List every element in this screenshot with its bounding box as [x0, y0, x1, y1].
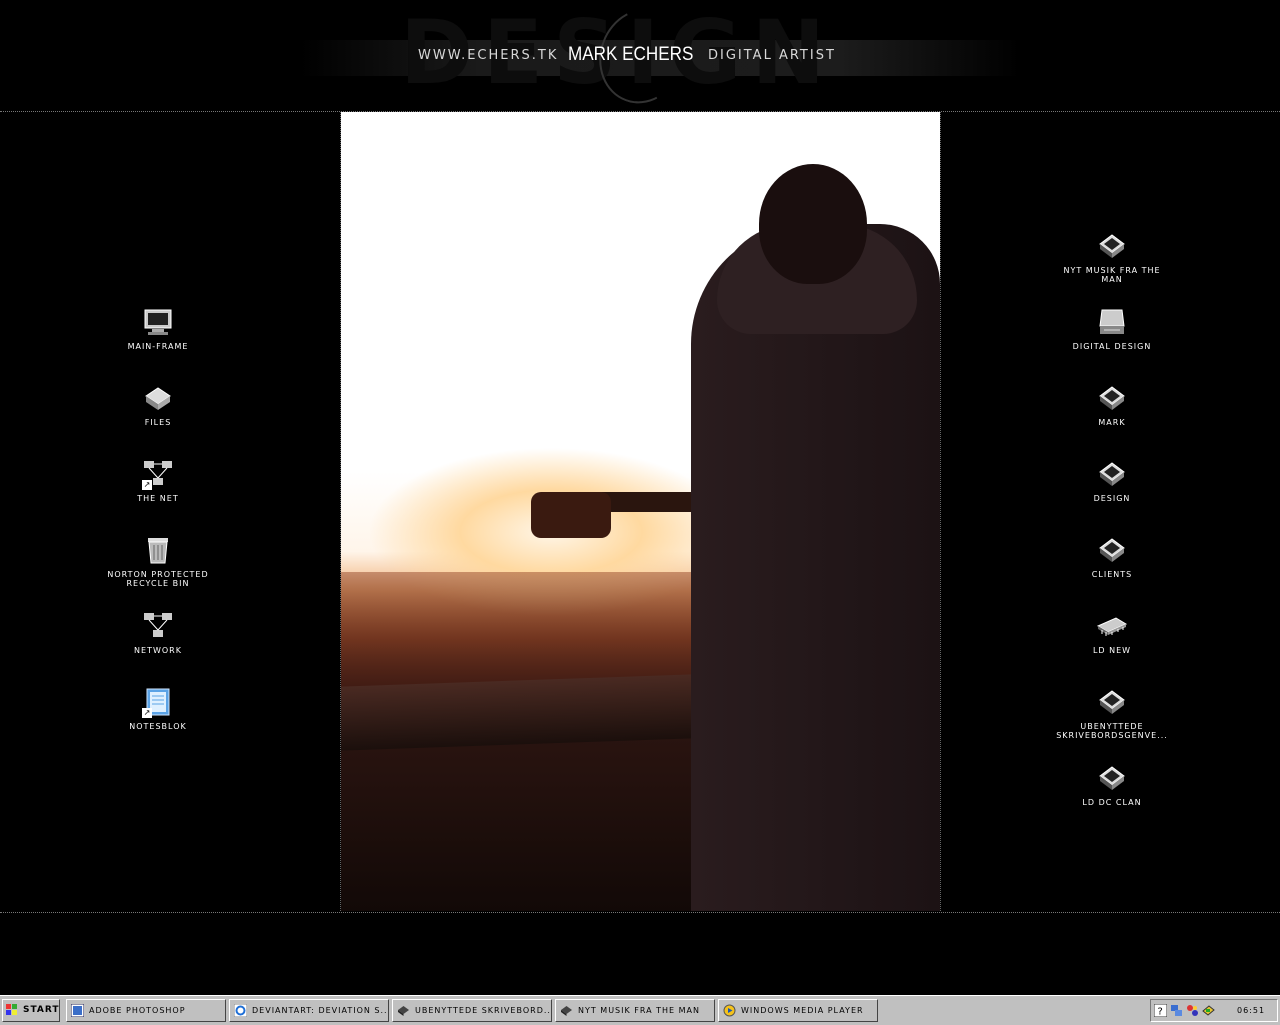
- folder-icon: [1096, 382, 1128, 414]
- brand-role: Digital artist: [708, 48, 836, 63]
- task-label: WINDOWS MEDIA PLAYER: [741, 1006, 864, 1015]
- icon-label: ubenyttede skrivebordsgenve...: [1056, 722, 1168, 740]
- folder-icon: [1096, 458, 1128, 490]
- drive-icon: [1096, 306, 1128, 338]
- desktop-icon-clients[interactable]: clients: [1052, 534, 1172, 579]
- network-icon: ↗: [142, 458, 174, 490]
- icon-label: digital design: [1072, 342, 1152, 351]
- icon-label: notesblok: [129, 722, 187, 731]
- folder-icon: [1096, 762, 1128, 794]
- brand-name: MARK ECHERS: [568, 44, 694, 65]
- shortcut-arrow-icon: ↗: [142, 480, 152, 490]
- start-button[interactable]: START: [2, 999, 60, 1022]
- system-tray: ? 06:51: [1150, 999, 1278, 1022]
- folder-icon: [1096, 686, 1128, 718]
- folder-icon: [561, 1006, 572, 1016]
- desktop-icon-files[interactable]: files: [98, 382, 218, 427]
- security-shield-icon[interactable]: [1186, 1004, 1199, 1017]
- wooden-rail: [341, 673, 721, 751]
- task-windows-media-player[interactable]: WINDOWS MEDIA PLAYER: [718, 999, 878, 1022]
- taskbar: START ADOBE PHOTOSHOP DEVIANTART: DEVIAT…: [0, 995, 1280, 1025]
- desktop-icon-the-net[interactable]: ↗ the net: [98, 458, 218, 503]
- windows-logo-icon: [6, 1004, 17, 1015]
- drive-icon: [142, 382, 174, 414]
- icon-label: LD new: [1092, 646, 1132, 655]
- header-banner: DESIGN www.echers.tk MARK ECHERS Digital…: [0, 0, 1280, 116]
- network-status-icon[interactable]: [1170, 1004, 1183, 1017]
- task-label: UBENYTTEDE SKRIVEBORD...: [415, 1006, 552, 1015]
- desktop-icon-network[interactable]: network: [98, 610, 218, 655]
- chip-icon: [1096, 610, 1128, 642]
- person-head: [759, 164, 867, 284]
- footer-divider: [0, 912, 1280, 913]
- help-icon[interactable]: ?: [1154, 1004, 1167, 1017]
- media-player-icon: [723, 1004, 736, 1017]
- shortcut-arrow-icon: ↗: [142, 708, 152, 718]
- desktop-icon-ubenyttede[interactable]: ubenyttede skrivebordsgenve...: [1052, 686, 1172, 740]
- desktop-icon-digital-design[interactable]: digital design: [1052, 306, 1172, 351]
- desktop-icon-ld-new[interactable]: LD new: [1052, 610, 1172, 655]
- task-label: DEVIANTART: DEVIATION S...: [252, 1006, 389, 1015]
- photoshop-icon: [71, 1004, 84, 1017]
- icon-label: mark: [1098, 418, 1126, 427]
- icon-label: LD DC clan: [1082, 798, 1142, 807]
- icon-label: files: [144, 418, 172, 427]
- icon-label: norton protected recycle bin: [107, 570, 209, 588]
- icon-label: nyt musik fra the man: [1063, 266, 1161, 284]
- desktop-icon-main-frame[interactable]: main-frame: [98, 306, 218, 351]
- notepad-icon: ↗: [142, 686, 174, 718]
- svg-text:?: ?: [1158, 1007, 1163, 1018]
- icon-label: clients: [1091, 570, 1133, 579]
- folder-icon: [1096, 534, 1128, 566]
- monitor-icon: [142, 306, 174, 338]
- wallpaper-right-border: [940, 112, 941, 911]
- display-settings-icon[interactable]: [1202, 1004, 1215, 1017]
- desktop-icon-mark[interactable]: mark: [1052, 382, 1172, 427]
- start-label: START: [23, 1005, 60, 1015]
- guitar-headstock: [531, 492, 611, 538]
- desktop-icon-design[interactable]: design: [1052, 458, 1172, 503]
- desktop-icon-ld-dc-clan[interactable]: LD DC clan: [1052, 762, 1172, 807]
- task-adobe-photoshop[interactable]: ADOBE PHOTOSHOP: [66, 999, 226, 1022]
- task-label: NYT MUSIK FRA THE MAN: [578, 1006, 700, 1015]
- network-icon: [142, 610, 174, 642]
- internet-explorer-icon: [234, 1004, 247, 1017]
- icon-label: the net: [137, 494, 179, 503]
- site-url: www.echers.tk: [418, 48, 559, 63]
- wallpaper-photo: [341, 112, 940, 911]
- task-deviantart[interactable]: DEVIANTART: DEVIATION S...: [229, 999, 389, 1022]
- desktop-icon-notesblok[interactable]: ↗ notesblok: [98, 686, 218, 731]
- folder-icon: [1096, 230, 1128, 262]
- task-label: ADOBE PHOTOSHOP: [89, 1006, 186, 1015]
- icon-label: main-frame: [127, 342, 189, 351]
- task-ubenyttede[interactable]: UBENYTTEDE SKRIVEBORD...: [392, 999, 552, 1022]
- folder-icon: [398, 1006, 409, 1016]
- desktop-icon-nyt-musik[interactable]: nyt musik fra the man: [1052, 230, 1172, 284]
- task-nyt-musik[interactable]: NYT MUSIK FRA THE MAN: [555, 999, 715, 1022]
- icon-label: network: [134, 646, 182, 655]
- desktop-icon-recycle-bin[interactable]: norton protected recycle bin: [98, 534, 218, 588]
- clock: 06:51: [1237, 1006, 1266, 1015]
- recycle-bin-icon: [142, 534, 174, 566]
- icon-label: design: [1093, 494, 1131, 503]
